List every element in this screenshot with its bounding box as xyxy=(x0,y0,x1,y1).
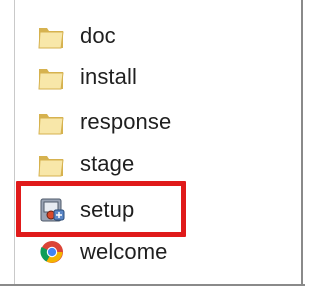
file-item-label: setup xyxy=(80,197,135,222)
file-item-label: welcome xyxy=(80,239,168,264)
file-item-label: doc xyxy=(80,23,116,48)
file-item-label: stage xyxy=(80,151,135,176)
file-item-stage[interactable]: stage xyxy=(36,146,236,182)
file-item-setup[interactable]: setup xyxy=(36,192,236,228)
pane-right-border xyxy=(301,0,303,286)
file-item-label: response xyxy=(80,109,172,134)
folder-icon xyxy=(36,63,68,91)
file-item-label: install xyxy=(80,64,137,89)
pane-left-border xyxy=(14,0,15,286)
folder-icon xyxy=(36,108,68,136)
folder-icon xyxy=(36,150,68,178)
file-item-doc[interactable]: doc xyxy=(36,18,236,54)
file-item-welcome[interactable]: welcome xyxy=(36,234,236,270)
file-item-response[interactable]: response xyxy=(36,104,236,140)
file-item-install[interactable]: install xyxy=(36,59,236,95)
chrome-icon xyxy=(36,238,68,266)
folder-icon xyxy=(36,22,68,50)
file-list-pane: doc install response stage setup welcome xyxy=(0,0,305,286)
setup-icon xyxy=(36,196,68,224)
